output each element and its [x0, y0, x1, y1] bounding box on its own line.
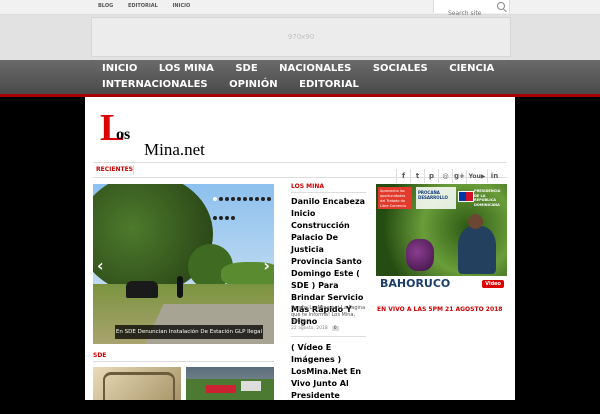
- ad-brand-name: BAHORUCO: [380, 277, 451, 290]
- nav-item-nacionales[interactable]: NACIONALES: [279, 63, 351, 74]
- nav-item-editorial[interactable]: EDITORIAL: [299, 79, 359, 90]
- slide-image-car: [126, 281, 158, 298]
- slider-dot[interactable]: [237, 197, 241, 201]
- google-plus-icon[interactable]: g+: [452, 169, 466, 183]
- ad-procana-logo: PROCAÑA DESARROLLO: [416, 187, 456, 209]
- sidebar-ad[interactable]: Aprovecha las oportunidades del Tratado …: [376, 184, 507, 293]
- sde-thumbnail-1[interactable]: [93, 367, 181, 400]
- article-meta-1: 22 agosto, 2018 0: [291, 326, 339, 331]
- facebook-icon[interactable]: f: [396, 169, 410, 183]
- search-icon[interactable]: [497, 2, 505, 10]
- ad-zone: 970x90: [0, 15, 600, 60]
- slider-dot[interactable]: [249, 197, 253, 201]
- slider-dot[interactable]: [231, 197, 235, 201]
- section-divider-sde: [93, 361, 274, 362]
- slider-dots: [213, 186, 274, 224]
- ad-image-grapes: [406, 239, 434, 271]
- slider-dot[interactable]: [225, 197, 229, 201]
- linkedin-icon[interactable]: in: [487, 169, 501, 183]
- nav-row-2: INTERNACIONALES OPINIÓN EDITORIAL: [102, 79, 377, 90]
- ad-banner[interactable]: 970x90: [91, 17, 511, 57]
- top-link-blog[interactable]: BLOG: [98, 3, 113, 9]
- nav-item-sde[interactable]: SDE: [235, 63, 257, 74]
- comment-count-badge[interactable]: 0: [331, 326, 339, 331]
- nav-item-los-mina[interactable]: LOS MINA: [159, 63, 214, 74]
- ad-bottom-bar: BAHORUCO Video: [376, 276, 507, 293]
- ad-image-worker: [458, 214, 496, 274]
- top-bar: BLOG EDITORIAL INICIO: [0, 0, 600, 19]
- section-label-los-mina[interactable]: LOS MINA: [291, 183, 324, 190]
- slider-dot[interactable]: [231, 216, 235, 220]
- sde-thumbnail-2[interactable]: [186, 367, 274, 400]
- article-date: 22 agosto, 2018: [291, 326, 328, 331]
- pinterest-icon[interactable]: p: [424, 169, 438, 183]
- slider-dot[interactable]: [243, 197, 247, 201]
- slider-dot[interactable]: [225, 216, 229, 220]
- slider-dot[interactable]: [261, 197, 265, 201]
- ad-video-button[interactable]: Video: [482, 280, 504, 288]
- ticker-divider: [133, 165, 134, 175]
- nav-item-internacionales[interactable]: INTERNACIONALES: [102, 79, 208, 90]
- slider-dot[interactable]: [213, 197, 217, 201]
- article-excerpt-1: Somos LosMina.net La Pagina que te Infor…: [291, 305, 366, 324]
- article-title-2[interactable]: ( Vídeo E Imágenes ) LosMina.Net En Vivo…: [291, 342, 366, 414]
- instagram-icon[interactable]: ◎: [438, 169, 452, 183]
- nav-item-ciencia[interactable]: CIENCIA: [449, 63, 494, 74]
- article-divider: [291, 336, 366, 337]
- twitter-icon[interactable]: t: [410, 169, 424, 183]
- dominican-flag-icon: [458, 191, 474, 202]
- logo-name: Mina.net: [144, 140, 205, 159]
- nav-item-sociales[interactable]: SOCIALES: [373, 63, 428, 74]
- logo-os: os: [116, 126, 131, 143]
- slider-dot[interactable]: [267, 197, 271, 201]
- slider-next-icon[interactable]: ›: [263, 256, 270, 275]
- ad-presidencia-text: PRESIDENCIA DE LA REPÚBLICA DOMINICANA: [474, 189, 501, 207]
- slider-dot[interactable]: [219, 216, 223, 220]
- nav-row-1: INICIO LOS MINA SDE NACIONALES SOCIALES …: [102, 63, 512, 74]
- slider-prev-icon[interactable]: ‹: [97, 256, 104, 275]
- youtube-icon[interactable]: You▶: [466, 170, 487, 184]
- live-banner-link[interactable]: EN VIVO A LAS 5PM 21 AGOSTO 2018: [377, 306, 502, 313]
- section-label-sde[interactable]: SDE: [93, 352, 106, 359]
- nav-item-inicio[interactable]: INICIO: [102, 63, 137, 74]
- top-links: BLOG EDITORIAL INICIO: [98, 3, 203, 9]
- search-box: [433, 0, 510, 19]
- main-content: L os Mina.net RECIENTES ftp◎g+You▶in) ‹ …: [85, 97, 515, 412]
- slider-dot[interactable]: [255, 197, 259, 201]
- main-nav: INICIO LOS MINA SDE NACIONALES SOCIALES …: [0, 60, 600, 97]
- slide-caption[interactable]: En SDE Denuncian Instalación De Estación…: [115, 325, 263, 339]
- section-divider: [291, 192, 366, 193]
- top-link-editorial[interactable]: EDITORIAL: [128, 3, 158, 9]
- ticker-label: RECIENTES: [96, 166, 133, 173]
- ad-tlc-logo: Aprovecha las oportunidades del Tratado …: [378, 187, 412, 209]
- featured-slider[interactable]: ‹ › En SDE Denuncian Instalación De Esta…: [93, 184, 274, 344]
- top-link-inicio[interactable]: INICIO: [173, 3, 191, 9]
- slide-image-person: [177, 276, 183, 298]
- nav-item-opinion[interactable]: OPINIÓN: [229, 79, 278, 90]
- slider-dot[interactable]: [213, 216, 217, 220]
- ticker-bar: RECIENTES ftp◎g+You▶in): [93, 162, 507, 204]
- slider-dot[interactable]: [219, 197, 223, 201]
